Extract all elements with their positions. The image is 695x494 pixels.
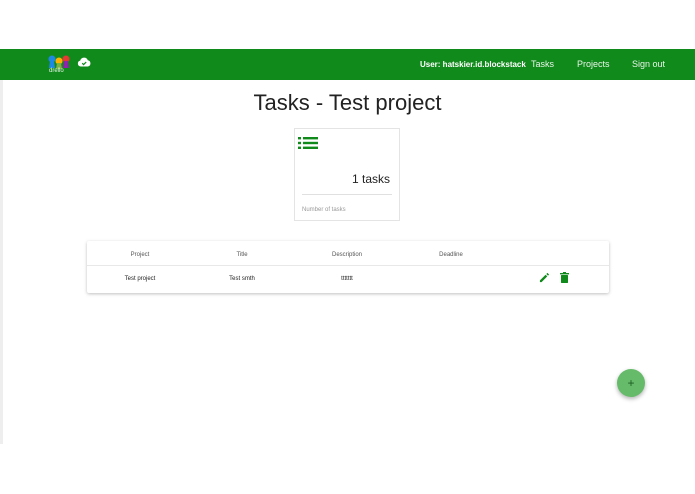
nav-link-tasks[interactable]: Tasks bbox=[531, 59, 554, 69]
cell-project: Test project bbox=[124, 276, 156, 282]
card-divider bbox=[302, 194, 392, 195]
column-header-deadline[interactable]: Deadline bbox=[439, 252, 463, 258]
page-title: Tasks - Test project bbox=[253, 90, 442, 115]
nav-link-projects[interactable]: Projects bbox=[577, 59, 610, 69]
cell-description: ttttttt bbox=[341, 276, 353, 282]
current-user-label: User: hatskier.id.blockstack bbox=[420, 60, 526, 69]
brand-name: drello bbox=[49, 68, 64, 74]
header-divider bbox=[87, 265, 609, 266]
task-count-value: 1 tasks bbox=[351, 172, 390, 186]
brand-logo-icon[interactable] bbox=[46, 52, 72, 78]
top-navbar: drello User: hatskier.id.blockstack Task… bbox=[0, 49, 695, 80]
tasks-table: Project Title Description Deadline Test … bbox=[87, 241, 609, 293]
column-header-project[interactable]: Project bbox=[131, 252, 150, 258]
task-count-label: Number of tasks bbox=[302, 207, 346, 213]
list-icon bbox=[298, 137, 318, 149]
cell-title: Test smth bbox=[229, 276, 255, 282]
nav-link-sign-out[interactable]: Sign out bbox=[632, 59, 665, 69]
task-count-card: 1 tasks Number of tasks bbox=[294, 128, 400, 221]
delete-trash-icon[interactable] bbox=[560, 272, 569, 283]
edit-pencil-icon[interactable] bbox=[539, 272, 550, 283]
column-header-description[interactable]: Description bbox=[332, 252, 362, 258]
cloud-icon bbox=[77, 57, 91, 67]
add-task-button[interactable]: + bbox=[617, 369, 645, 397]
column-header-title[interactable]: Title bbox=[236, 252, 247, 258]
